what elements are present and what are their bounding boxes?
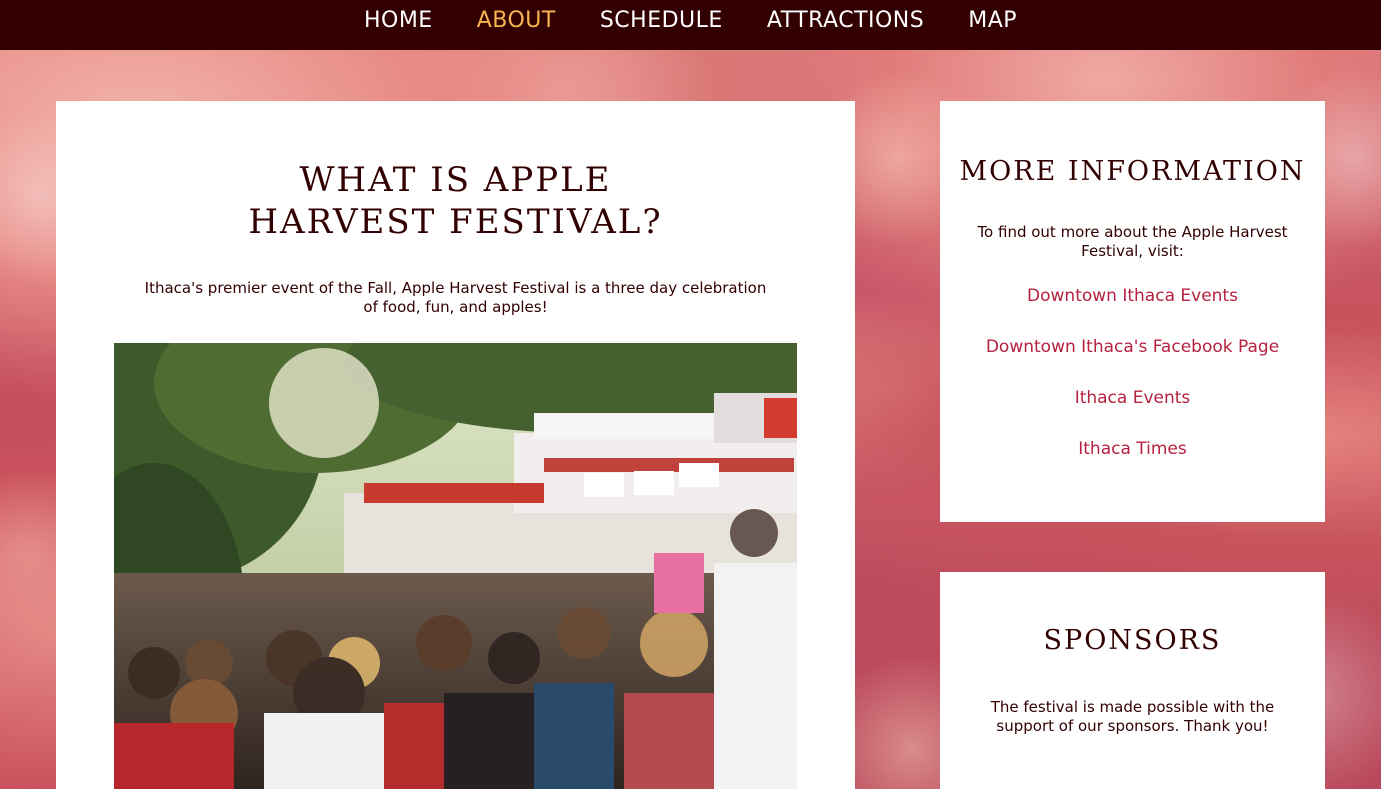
about-card: WHAT IS APPLE HARVEST FESTIVAL? Ithaca's… <box>56 101 855 789</box>
nav-schedule[interactable]: SCHEDULE <box>600 10 723 40</box>
sponsors-text: The festival is made possible with the s… <box>990 698 1275 735</box>
festival-crowd-illustration <box>114 343 797 789</box>
festival-crowd-photo <box>114 343 797 789</box>
nav-about[interactable]: ABOUT <box>477 10 556 40</box>
link-downtown-ithaca-events[interactable]: Downtown Ithaca Events <box>940 285 1325 307</box>
festival-description: Ithaca's premier event of the Fall, Appl… <box>144 279 767 316</box>
link-ithaca-times[interactable]: Ithaca Times <box>940 438 1325 460</box>
top-navigation: HOME ABOUT SCHEDULE ATTRACTIONS MAP <box>0 0 1381 50</box>
nav-map[interactable]: MAP <box>968 10 1017 40</box>
link-downtown-ithaca-facebook[interactable]: Downtown Ithaca's Facebook Page <box>940 336 1325 358</box>
page-title-line-1: WHAT IS APPLE <box>299 160 612 200</box>
page-title: WHAT IS APPLE HARVEST FESTIVAL? <box>221 159 691 243</box>
nav-home[interactable]: HOME <box>364 10 433 40</box>
sponsors-card: SPONSORS The festival is made possible w… <box>940 572 1325 789</box>
more-information-text: To find out more about the Apple Harvest… <box>977 223 1288 260</box>
link-ithaca-events[interactable]: Ithaca Events <box>940 387 1325 409</box>
more-information-card: MORE INFORMATION To find out more about … <box>940 101 1325 522</box>
page-title-line-2: HARVEST FESTIVAL? <box>248 202 663 242</box>
sponsors-title: SPONSORS <box>1043 625 1222 656</box>
info-links: Downtown Ithaca Events Downtown Ithaca's… <box>940 285 1325 460</box>
more-information-title: MORE INFORMATION <box>959 156 1306 187</box>
nav-attractions[interactable]: ATTRACTIONS <box>767 10 924 40</box>
